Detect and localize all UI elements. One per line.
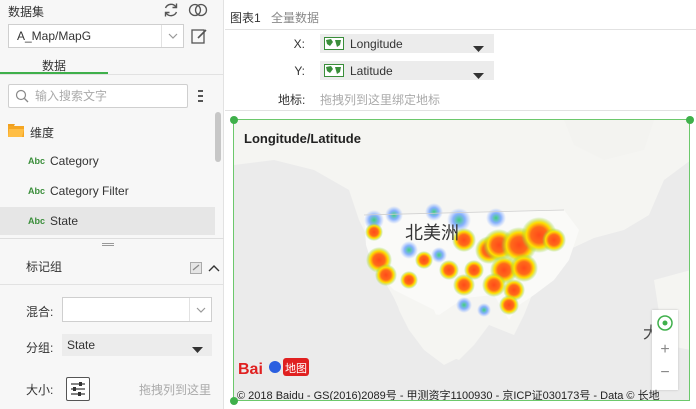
- dataset-select[interactable]: A_Map/MapG: [8, 24, 184, 48]
- svg-text:Bai: Bai: [238, 361, 263, 378]
- zoom-out-button[interactable]: −: [652, 364, 678, 384]
- caret-down-icon: [192, 342, 203, 353]
- tab-full-data[interactable]: 全量数据: [271, 9, 319, 26]
- tab-data[interactable]: 数据: [0, 55, 108, 75]
- search-input[interactable]: [35, 88, 183, 104]
- marks-settings-icon[interactable]: [190, 262, 202, 274]
- caret-down-icon[interactable]: [473, 68, 484, 79]
- group-select-value: State: [67, 338, 96, 352]
- geo-field-icon: [324, 64, 344, 77]
- map-chart[interactable]: Longitude/Latitude 北美洲 大西 + − Bai 地图 © 2…: [233, 119, 690, 401]
- y-binding-row: Y: Latitude: [225, 58, 696, 84]
- geo-drop-zone[interactable]: 拖拽列到这里绑定地标: [320, 91, 440, 108]
- marks-group-title: 标记组: [26, 260, 63, 274]
- marks-divider: [0, 284, 224, 285]
- size-slider-icon[interactable]: [66, 377, 90, 401]
- baidu-map-logo: Bai 地图: [238, 354, 314, 380]
- text-type-icon: Abc: [28, 186, 46, 196]
- chevron-up-icon[interactable]: [208, 262, 220, 272]
- resize-handle[interactable]: [686, 116, 694, 124]
- binding-divider: [225, 110, 696, 111]
- tab-chart-1[interactable]: 图表1: [230, 9, 261, 26]
- splitter-grip-icon[interactable]: [102, 243, 114, 246]
- map-zoom-control: + −: [652, 310, 678, 390]
- y-binding-pill[interactable]: Latitude: [320, 61, 494, 80]
- x-binding-value: Longitude: [350, 37, 403, 51]
- geo-binding-label: 地标:: [278, 93, 306, 107]
- text-type-icon: Abc: [28, 216, 46, 226]
- panel-splitter[interactable]: [0, 238, 224, 249]
- size-drop-zone[interactable]: 拖拽列到这里: [139, 381, 211, 398]
- y-binding-value: Latitude: [350, 64, 393, 78]
- dataset-header: 数据集: [8, 5, 45, 19]
- field-item[interactable]: Abc State: [0, 207, 215, 235]
- chevron-down-icon[interactable]: [161, 25, 183, 47]
- dimension-folder[interactable]: 维度: [0, 118, 215, 144]
- mix-label: 混合:: [26, 305, 54, 319]
- tab-divider: [0, 74, 224, 75]
- group-select[interactable]: State: [62, 334, 212, 356]
- map-copyright: © 2018 Baidu - GS(2016)2089号 - 甲测资字11009…: [237, 390, 660, 401]
- dataset-link-icon[interactable]: [188, 2, 208, 18]
- size-label: 大小:: [26, 383, 54, 397]
- chart-title: Longitude/Latitude: [244, 131, 361, 146]
- svg-text:地图: 地图: [285, 362, 307, 375]
- chart-panel: 图表1 全量数据 X: Longitude Y: Latitude 地标: 拖拽…: [225, 0, 696, 409]
- search-icon: [15, 89, 29, 103]
- refresh-icon[interactable]: [162, 1, 180, 19]
- data-panel: 数据集 A_Map/MapG 数据 维度 Abc Category: [0, 0, 224, 409]
- resize-handle[interactable]: [230, 116, 238, 124]
- x-binding-label: X:: [293, 37, 305, 51]
- group-label: 分组:: [26, 341, 54, 355]
- field-label: State: [50, 214, 79, 228]
- text-type-icon: Abc: [28, 156, 46, 166]
- field-list-scrollbar[interactable]: [215, 112, 221, 162]
- more-menu-icon[interactable]: [197, 89, 205, 103]
- edit-icon[interactable]: [190, 27, 208, 45]
- field-search[interactable]: [8, 84, 188, 108]
- caret-down-icon[interactable]: [473, 41, 484, 52]
- geo-binding-row: 地标: 拖拽列到这里绑定地标: [225, 85, 696, 111]
- geo-field-icon: [324, 37, 344, 50]
- locate-icon[interactable]: [652, 310, 678, 336]
- y-binding-label: Y:: [294, 64, 305, 78]
- chart-tab-bar: 图表1 全量数据: [225, 0, 696, 30]
- x-binding-row: X: Longitude: [225, 31, 696, 57]
- chevron-down-icon[interactable]: [189, 298, 211, 321]
- zoom-in-button[interactable]: +: [652, 341, 678, 361]
- field-label: Category: [50, 154, 99, 168]
- folder-label: 维度: [30, 126, 55, 140]
- field-label: Category Filter: [50, 184, 129, 198]
- field-item[interactable]: Abc Category Filter: [0, 177, 215, 205]
- folder-icon: [8, 124, 24, 137]
- resize-handle[interactable]: [230, 397, 238, 405]
- dataset-select-value: A_Map/MapG: [17, 29, 92, 43]
- map-label-north-america: 北美洲: [405, 223, 459, 243]
- mix-select[interactable]: [62, 297, 212, 322]
- x-binding-pill[interactable]: Longitude: [320, 34, 494, 53]
- field-item[interactable]: Abc Category: [0, 147, 215, 175]
